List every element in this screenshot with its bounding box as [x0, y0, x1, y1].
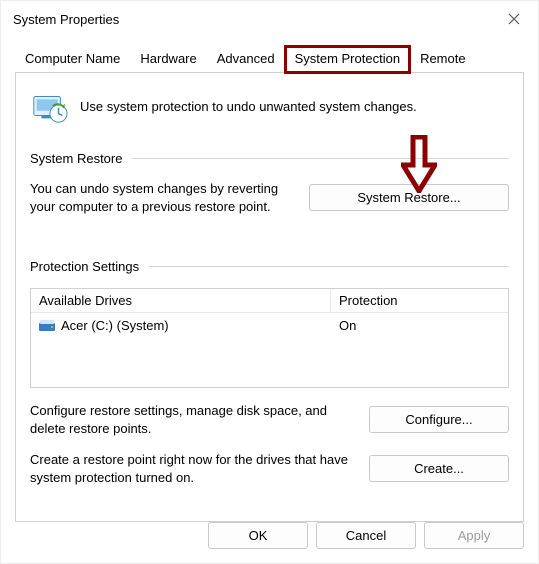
group-protection-settings: Protection Settings Available Drives Pro…: [30, 259, 509, 486]
group-system-restore: System Restore You can undo system chang…: [30, 151, 509, 215]
system-restore-desc: You can undo system changes by reverting…: [30, 180, 295, 215]
system-restore-heading: System Restore: [30, 151, 122, 166]
ok-button[interactable]: OK: [208, 522, 308, 549]
close-icon: [508, 13, 520, 25]
drive-name: Acer (C:) (System): [61, 318, 169, 333]
configure-button[interactable]: Configure...: [369, 406, 509, 433]
col-protection[interactable]: Protection: [331, 289, 508, 312]
system-protection-icon: [30, 87, 68, 125]
create-desc: Create a restore point right now for the…: [30, 451, 355, 486]
drive-protection-cell: On: [331, 313, 508, 338]
intro-text: Use system protection to undo unwanted s…: [80, 99, 417, 114]
table-row[interactable]: Acer (C:) (System) On: [31, 313, 508, 338]
tab-advanced[interactable]: Advanced: [207, 46, 285, 73]
configure-desc: Configure restore settings, manage disk …: [30, 402, 355, 437]
tab-strip: Computer Name Hardware Advanced System P…: [15, 45, 524, 72]
tab-hardware[interactable]: Hardware: [130, 46, 206, 73]
titlebar: System Properties: [1, 1, 538, 37]
drives-table: Available Drives Protection Acer (C:) (S…: [30, 288, 509, 388]
system-properties-window: System Properties Computer Name Hardware…: [0, 0, 539, 564]
col-available-drives[interactable]: Available Drives: [31, 289, 331, 312]
protection-settings-heading: Protection Settings: [30, 259, 139, 274]
tab-system-protection[interactable]: System Protection: [285, 46, 411, 73]
tab-remote[interactable]: Remote: [410, 46, 476, 73]
divider: [149, 266, 509, 267]
dialog-footer: OK Cancel Apply: [208, 522, 524, 549]
window-title: System Properties: [13, 12, 119, 27]
disk-icon: [39, 320, 55, 332]
tab-computer-name[interactable]: Computer Name: [15, 46, 130, 73]
intro-row: Use system protection to undo unwanted s…: [30, 87, 509, 125]
divider: [132, 158, 509, 159]
close-button[interactable]: [494, 4, 534, 34]
drive-name-cell: Acer (C:) (System): [31, 313, 331, 338]
arrow-annotation-icon: [401, 135, 437, 193]
apply-button[interactable]: Apply: [424, 522, 524, 549]
create-button[interactable]: Create...: [369, 455, 509, 482]
tab-panel-system-protection: Use system protection to undo unwanted s…: [15, 72, 524, 522]
drives-table-header: Available Drives Protection: [31, 289, 508, 313]
cancel-button[interactable]: Cancel: [316, 522, 416, 549]
